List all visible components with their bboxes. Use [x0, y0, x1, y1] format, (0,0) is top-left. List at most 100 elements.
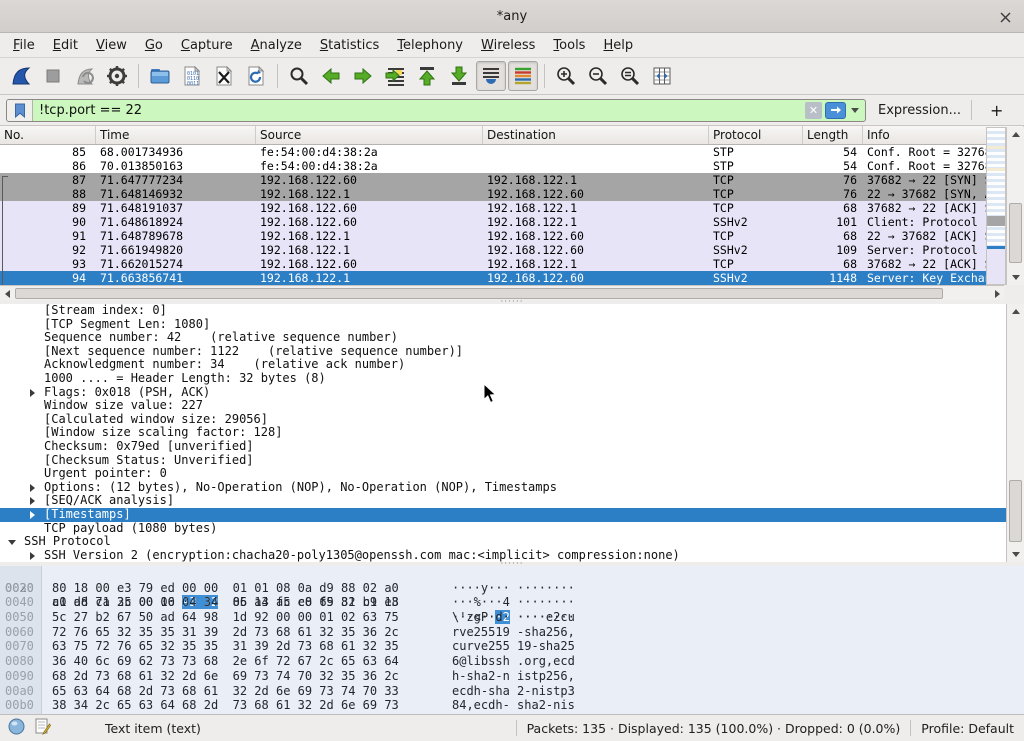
menu-edit[interactable]: Edit [44, 35, 87, 56]
packet-row-86[interactable]: 8670.013850163fe:54:00:d4:38:2aSTP54Conf… [0, 159, 986, 173]
zoom-out-icon[interactable] [583, 61, 613, 91]
start-capture-icon[interactable] [6, 61, 36, 91]
hex-row[interactable]: 00b038 34 2c 65 63 64 68 2d 73 68 61 32 … [0, 698, 1024, 713]
zoom-in-icon[interactable] [551, 61, 581, 91]
detail-line-seqack[interactable]: [SEQ/ACK analysis] [0, 494, 1006, 508]
menu-help[interactable]: Help [594, 35, 642, 56]
hex-row[interactable]: 008036 40 6c 69 62 73 73 68 2e 6f 72 67 … [0, 654, 1024, 669]
menu-telephony[interactable]: Telephony [388, 35, 472, 56]
scroll-thumb[interactable] [15, 288, 943, 299]
zoom-original-icon[interactable] [615, 61, 645, 91]
go-forward-icon[interactable] [348, 61, 378, 91]
close-file-icon[interactable] [209, 61, 239, 91]
expander-icon[interactable] [8, 540, 16, 545]
detail-line-ssh-protocol[interactable]: SSH Protocol [0, 535, 1006, 549]
detail-line[interactable]: Sequence number: 42 (relative sequence n… [0, 331, 1006, 345]
hex-row[interactable]: 003080 18 00 e3 79 ed 00 00 01 01 08 0a … [0, 581, 1024, 596]
packet-row-94-selected[interactable]: 9471.663856741192.168.122.1192.168.122.6… [0, 271, 986, 285]
expander-icon[interactable] [30, 484, 35, 492]
menu-tools[interactable]: Tools [544, 35, 594, 56]
column-header-destination[interactable]: Destination [483, 126, 709, 144]
packet-row-90[interactable]: 9071.648618924192.168.122.60192.168.122.… [0, 215, 986, 229]
hex-row[interactable]: 009068 2d 73 68 61 32 2d 6e 69 73 74 70 … [0, 669, 1024, 684]
detail-line[interactable]: [Checksum Status: Unverified] [0, 454, 1006, 468]
menu-capture[interactable]: Capture [172, 35, 242, 56]
go-last-icon[interactable] [444, 61, 474, 91]
packet-row-93[interactable]: 9371.662015274192.168.122.60192.168.122.… [0, 257, 986, 271]
detail-line[interactable]: Window size value: 227 [0, 399, 1006, 413]
detail-line[interactable]: 1000 .... = Header Length: 32 bytes (8) [0, 372, 1006, 386]
hex-row[interactable]: 00a065 63 64 68 2d 73 68 61 32 2d 6e 69 … [0, 684, 1024, 699]
expander-icon[interactable] [30, 552, 35, 560]
packet-row-92[interactable]: 9271.661949820192.168.122.1192.168.122.6… [0, 243, 986, 257]
menu-analyze[interactable]: Analyze [242, 35, 311, 56]
packet-minimap[interactable] [986, 127, 1006, 285]
details-vscrollbar[interactable] [1006, 304, 1024, 562]
go-back-icon[interactable] [316, 61, 346, 91]
column-header-no[interactable]: No. [0, 126, 96, 144]
colorize-icon[interactable] [508, 61, 538, 91]
detail-line[interactable]: [Next sequence number: 1122 (relative se… [0, 345, 1006, 359]
scroll-up-icon[interactable] [1008, 304, 1023, 319]
detail-line[interactable]: Checksum: 0x79ed [unverified] [0, 440, 1006, 454]
profile-selector[interactable]: Profile: Default [921, 721, 1024, 736]
menu-go[interactable]: Go [136, 35, 172, 56]
scroll-down-icon[interactable] [1008, 547, 1023, 562]
menu-wireless[interactable]: Wireless [472, 35, 544, 56]
hex-row[interactable]: 006072 76 65 32 35 35 31 39 2d 73 68 61 … [0, 625, 1024, 640]
detail-line[interactable]: Urgent pointer: 0 [0, 467, 1006, 481]
scroll-thumb[interactable] [1009, 203, 1022, 263]
capture-comment-icon[interactable] [35, 718, 51, 738]
scroll-up-icon[interactable] [1008, 127, 1023, 142]
save-file-icon[interactable]: 010101100011 [177, 61, 207, 91]
scroll-down-icon[interactable] [1008, 270, 1023, 285]
resize-columns-icon[interactable] [647, 61, 677, 91]
reload-file-icon[interactable] [241, 61, 271, 91]
filter-apply-icon[interactable] [825, 102, 846, 119]
capture-options-icon[interactable] [102, 61, 132, 91]
scroll-thumb[interactable] [1009, 480, 1022, 542]
detail-line[interactable]: [TCP Segment Len: 1080] [0, 318, 1006, 332]
menu-statistics[interactable]: Statistics [311, 35, 388, 56]
go-to-packet-icon[interactable] [380, 61, 410, 91]
column-header-time[interactable]: Time [96, 126, 256, 144]
detail-line[interactable]: [Calculated window size: 29056] [0, 413, 1006, 427]
detail-line-flags[interactable]: Flags: 0x018 (PSH, ACK) [0, 386, 1006, 400]
detail-line[interactable]: [Window size scaling factor: 128] [0, 426, 1006, 440]
close-icon[interactable] [996, 8, 1014, 26]
hex-row[interactable]: 00505c 27 b2 67 50 ad 64 98 1d 92 00 00 … [0, 610, 1024, 625]
menu-view[interactable]: View [87, 35, 136, 56]
find-icon[interactable] [284, 61, 314, 91]
column-header-length[interactable]: Length [803, 126, 863, 144]
column-header-protocol[interactable]: Protocol [709, 126, 803, 144]
restart-capture-icon[interactable] [70, 61, 100, 91]
filter-clear-icon[interactable]: ✕ [805, 102, 822, 119]
detail-line-options[interactable]: Options: (12 bytes), No-Operation (NOP),… [0, 481, 1006, 495]
auto-scroll-icon[interactable] [476, 61, 506, 91]
packet-row-85[interactable]: 8568.001734936fe:54:00:d4:38:2aSTP54Conf… [0, 145, 986, 159]
go-first-icon[interactable] [412, 61, 442, 91]
expander-icon[interactable] [30, 511, 35, 519]
expander-icon[interactable] [30, 389, 35, 397]
packet-list-vscrollbar[interactable] [1006, 127, 1024, 285]
detail-line-tcp-payload[interactable]: TCP payload (1080 bytes) [0, 522, 1006, 536]
open-file-icon[interactable] [145, 61, 175, 91]
hex-row[interactable]: 0040a1 dd c1 25 00 00 04 34 06 14 f5 e8 … [0, 595, 1024, 610]
packet-row-91[interactable]: 9171.648789678192.168.122.1192.168.122.6… [0, 229, 986, 243]
scroll-right-icon[interactable] [990, 287, 1004, 300]
add-filter-button[interactable]: + [982, 101, 1011, 120]
hex-row[interactable]: 007063 75 72 76 65 32 35 35 31 39 2d 73 … [0, 639, 1024, 654]
packet-row-87[interactable]: 8771.647777234192.168.122.60192.168.122.… [0, 173, 986, 187]
expander-icon[interactable] [30, 497, 35, 505]
expression-button[interactable]: Expression... [878, 103, 961, 118]
detail-line[interactable]: [Stream index: 0] [0, 304, 1006, 318]
filter-history-dropdown-icon[interactable] [851, 108, 859, 113]
display-filter-input[interactable] [33, 100, 805, 121]
stop-capture-icon[interactable] [38, 61, 68, 91]
column-header-source[interactable]: Source [256, 126, 483, 144]
filter-bookmark-icon[interactable] [7, 100, 33, 121]
scroll-left-icon[interactable] [0, 287, 14, 300]
detail-line[interactable]: Acknowledgment number: 34 (relative ack … [0, 358, 1006, 372]
menu-file[interactable]: File [4, 35, 44, 56]
packet-row-89[interactable]: 8971.648191037192.168.122.60192.168.122.… [0, 201, 986, 215]
